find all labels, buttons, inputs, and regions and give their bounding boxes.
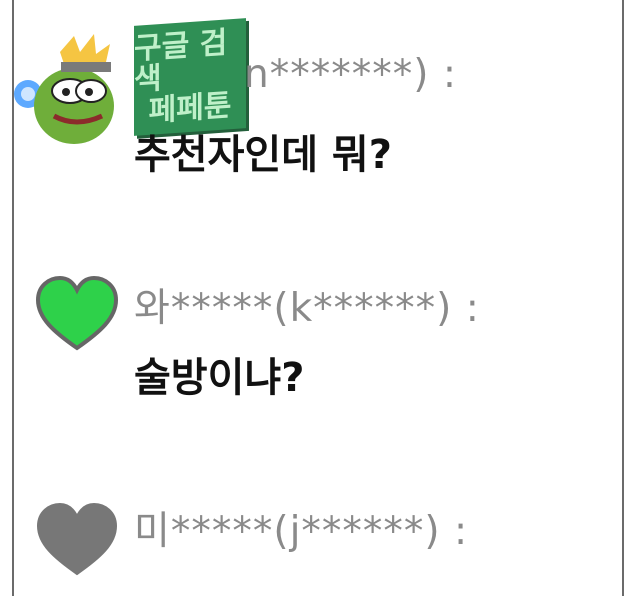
pepe-frog-avatar <box>6 28 126 146</box>
watermark-badge: 구글 검색 페페툰 <box>134 18 246 136</box>
comment-message: 술방이냐? <box>134 355 305 401</box>
green-heart-icon <box>34 274 120 352</box>
comment-username: 미*****(j******) : <box>134 509 469 554</box>
comment-message: 추천자인데 뭐? <box>134 132 392 178</box>
comment-username: 와*****(k******) : <box>134 286 480 331</box>
badge-line-1: 구글 검색 <box>134 25 228 99</box>
comment-username: n*******) : <box>244 52 457 97</box>
gray-heart-icon <box>34 500 120 578</box>
comment-message: … <box>134 560 174 572</box>
